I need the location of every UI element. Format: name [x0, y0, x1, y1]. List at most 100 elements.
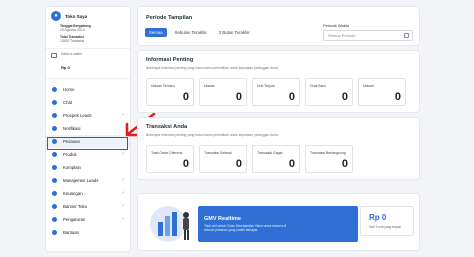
leads-icon: [52, 113, 57, 119]
bell-icon: [52, 126, 57, 132]
sidebar-item-chat[interactable]: Chat: [46, 96, 130, 109]
gmv-card: GMV Realtime Total unit untuk Gross Merc…: [137, 193, 420, 251]
manage-leads-icon: [52, 178, 57, 184]
home-icon: [52, 87, 57, 93]
metric-tile[interactable]: Transaksi Selesai 0: [199, 145, 247, 173]
gmv-subtext: Dari 0 unit yang terjual: [369, 225, 401, 229]
metric-label: Total Order Diterima: [151, 151, 183, 155]
sidebar-item-label: Keuangan: [63, 191, 83, 197]
sidebar-item-bantuan[interactable]: Bantuan: [46, 226, 130, 239]
sidebar-item-label: Prospek Leads: [63, 113, 92, 119]
metric-value: 0: [341, 91, 348, 103]
periode-waktu-value: Semua Periode: [328, 33, 356, 38]
metric-tile[interactable]: Transaksi Gagal 0: [252, 145, 300, 173]
sidebar-item-komplain[interactable]: Komplain: [46, 161, 130, 174]
sidebar-item-keuangan[interactable]: Keuangan ›: [46, 187, 130, 200]
gmv-value: Rp 0: [369, 213, 387, 222]
settings-icon: [52, 217, 57, 223]
tab-semua[interactable]: Semua: [145, 28, 167, 37]
store-profile: ● Toko Saya Tanggal Bergabung 09 Agustus…: [46, 7, 130, 44]
trx-value: 13520 Transaksi: [60, 39, 85, 44]
banner-icon: [52, 204, 57, 210]
metric-label: Transaksi Gagal: [257, 151, 283, 155]
wallet-value: Rp 0: [61, 65, 70, 71]
period-title: Periode Tampilan: [146, 15, 193, 21]
metric-value: 0: [235, 158, 242, 170]
sidebar-item-label: Banner Toko: [63, 204, 88, 210]
metric-value: 0: [182, 91, 189, 103]
metric-label: Ulasan Terbaru: [151, 84, 175, 88]
metric-tile[interactable]: Total Order Diterima 0: [146, 145, 194, 173]
metric-value: 0: [235, 91, 242, 103]
metric-tile[interactable]: Unit Terjual 0: [252, 78, 300, 106]
store-logo-icon: ●: [51, 11, 61, 21]
tab-3-bulan[interactable]: 3 Bulan Terakhir: [215, 28, 254, 37]
metric-label: Transaksi Berlangsung: [310, 151, 346, 155]
transactions-title: Transaksi Anda: [146, 124, 188, 130]
info-metrics: Ulasan Terbaru 0 Ulasan 0 Unit Terjual 0 Chat …: [146, 78, 406, 106]
sidebar-item-label: Bantuan: [63, 230, 80, 236]
periode-waktu-select[interactable]: Semua Periode: [323, 30, 413, 41]
metric-label: Chat Baru: [310, 84, 326, 88]
sidebar-item-home[interactable]: Home: [46, 83, 130, 96]
sidebar-item-banner-toko[interactable]: Banner Toko ›: [46, 200, 130, 213]
chevron-right-icon: ›: [122, 203, 124, 210]
periode-waktu-label: Periode Waktu: [323, 23, 350, 28]
sidebar-item-label: Manajemen Leads: [63, 178, 99, 184]
wallet-label: Saldo e-wallet: [61, 51, 82, 56]
help-icon: [52, 230, 57, 236]
gmv-value-box: Rp 0 Dari 0 unit yang terjual: [360, 206, 414, 236]
chevron-right-icon: ›: [122, 177, 124, 184]
sidebar-item-pengaturan[interactable]: Pengaturan ›: [46, 213, 130, 226]
joined-date: 09 Agustus 2022: [60, 28, 85, 33]
metric-tile[interactable]: Ulasan Terbaru 0: [146, 78, 194, 106]
gmv-description: Total unit untuk Gross Merchandise Value…: [204, 224, 287, 233]
highlight-box: [47, 137, 128, 150]
metric-tile[interactable]: Ulasan 0: [358, 78, 406, 106]
info-title: Informasi Penting: [146, 57, 194, 63]
info-card: Informasi Penting Beberapa informasi pen…: [137, 50, 420, 113]
transactions-metrics: Total Order Diterima 0 Transaksi Selesai 0 T…: [146, 145, 353, 173]
tab-sebulan[interactable]: Sebulan Terakhir: [171, 28, 211, 37]
info-subtitle: Beberapa informasi penting yang harus ka…: [146, 66, 278, 70]
sidebar-item-label: Chat: [63, 100, 73, 106]
metric-value: 0: [182, 158, 189, 170]
sidebar-item-label: Pengaturan: [63, 217, 86, 223]
metric-tile[interactable]: Chat Baru 0: [305, 78, 353, 106]
metric-value: 0: [288, 158, 295, 170]
sidebar-item-label: Produk: [63, 152, 77, 158]
metric-tile[interactable]: Transaksi Berlangsung 0: [305, 145, 353, 173]
calendar-icon: [404, 33, 409, 38]
divider: [46, 78, 130, 80]
store-name: Toko Saya: [65, 13, 88, 19]
finance-icon: [52, 191, 57, 197]
sidebar-item-label: Komplain: [63, 165, 81, 171]
product-icon: [52, 152, 57, 158]
metric-label: Ulasan: [363, 84, 374, 88]
complaint-icon: [52, 165, 57, 171]
wallet-summary: Saldo e-wallet Rp 0: [46, 52, 130, 74]
chevron-right-icon: ›: [122, 216, 124, 223]
sidebar-item-label: Notifikasi: [63, 126, 81, 132]
metric-tile[interactable]: Ulasan 0: [199, 78, 247, 106]
metric-value: 0: [288, 91, 295, 103]
chat-icon: [52, 100, 57, 106]
sidebar-item-label: Home: [63, 87, 75, 93]
period-card: Periode Tampilan Semua Sebulan Terakhir …: [137, 6, 420, 46]
sidebar-menu: Home Chat Prospek Leads › Notifikasi Pesanan P…: [46, 83, 130, 239]
chevron-right-icon: ›: [122, 151, 124, 158]
metric-label: Unit Terjual: [257, 84, 275, 88]
transactions-subtitle: Beberapa informasi penting yang harus ka…: [146, 133, 278, 137]
sidebar-item-manajemen-leads[interactable]: Manajemen Leads ›: [46, 174, 130, 187]
wallet-icon: [51, 52, 57, 58]
transactions-card: Transaksi Anda Beberapa informasi pentin…: [137, 117, 420, 180]
metric-value: 0: [394, 91, 401, 103]
gmv-title: GMV Realtime: [204, 216, 241, 222]
gmv-illustration-icon: [150, 206, 189, 242]
chevron-right-icon: ›: [122, 190, 124, 197]
metric-value: 0: [341, 158, 348, 170]
period-tabs: Semua Sebulan Terakhir 3 Bulan Terakhir: [145, 28, 254, 37]
divider: [46, 47, 130, 49]
metric-label: Ulasan: [204, 84, 215, 88]
metric-label: Transaksi Selesai: [204, 151, 232, 155]
